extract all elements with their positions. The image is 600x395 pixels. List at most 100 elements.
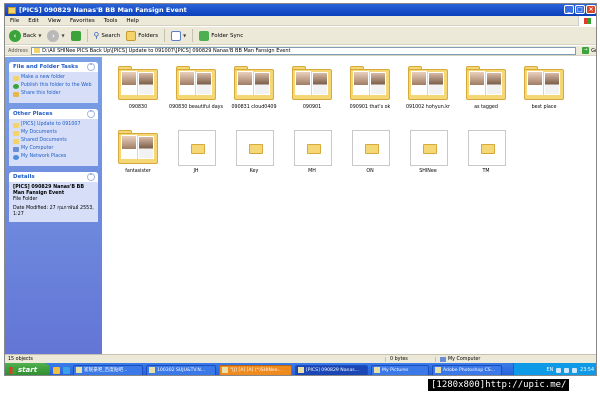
folder-item[interactable]: 091002 hohyun.kr bbox=[398, 64, 454, 116]
folders-button[interactable]: Folders bbox=[126, 30, 159, 41]
search-icon: ⚲ bbox=[93, 31, 100, 40]
place-label: My Network Places bbox=[21, 154, 67, 159]
place-my-documents[interactable]: My Documents bbox=[13, 130, 95, 136]
search-button[interactable]: ⚲ Search bbox=[94, 31, 121, 40]
app-icon bbox=[374, 367, 380, 373]
menu-tools[interactable]: Tools bbox=[104, 18, 118, 24]
folder-sync-button[interactable]: Folder Sync bbox=[199, 30, 243, 41]
task-pane: File and Folder Tasks ˄ Make a new folde… bbox=[5, 57, 102, 354]
my-documents-icon bbox=[13, 130, 19, 136]
other-places-header[interactable]: Other Places ˄ bbox=[9, 109, 98, 119]
folder-item[interactable]: 090831 cloud0409 bbox=[224, 64, 280, 116]
close-button[interactable]: × bbox=[586, 5, 596, 14]
folder-item[interactable]: as tagged bbox=[456, 64, 512, 116]
place-shared-documents[interactable]: Shared Documents bbox=[13, 138, 95, 144]
file-tasks-header[interactable]: File and Folder Tasks ˄ bbox=[9, 62, 98, 72]
taskbar-button[interactable]: 崔珉豪吧_百度贴吧... bbox=[73, 364, 143, 375]
tray-icon[interactable] bbox=[556, 367, 562, 373]
task-publish-folder[interactable]: Publish this folder to the Web bbox=[13, 83, 95, 89]
language-indicator[interactable]: EN bbox=[547, 368, 554, 373]
taskbar-button[interactable]: [PICS] 090829 Nanas... bbox=[295, 364, 368, 375]
watermark-text: [1280x800]http://upic.me/ bbox=[428, 379, 570, 391]
folder-icon bbox=[34, 48, 41, 53]
tray-icon[interactable] bbox=[564, 367, 570, 373]
taskbar-button-label: [PICS] 090829 Nanas... bbox=[306, 367, 360, 373]
menu-help[interactable]: Help bbox=[126, 18, 139, 24]
tray-icon[interactable] bbox=[572, 367, 578, 373]
folder-item[interactable]: TM bbox=[456, 128, 512, 180]
up-folder-icon[interactable] bbox=[70, 30, 81, 41]
details-modified: Date Modified: 27 กุมภาพันธ์ 2553, 1:27 bbox=[13, 206, 94, 217]
file-folder-tasks-panel: File and Folder Tasks ˄ Make a new folde… bbox=[9, 62, 98, 103]
folder-item[interactable]: MH bbox=[282, 128, 338, 180]
place-my-computer[interactable]: My Computer bbox=[13, 146, 95, 152]
folder-item[interactable]: JH bbox=[166, 128, 222, 180]
folder-item[interactable]: Key bbox=[224, 128, 280, 180]
dropdown-arrow-icon: ▼ bbox=[38, 33, 42, 38]
place-my-network-places[interactable]: My Network Places bbox=[13, 154, 95, 160]
folder-icon bbox=[234, 130, 274, 166]
folder-item[interactable]: 090830 beautiful days bbox=[166, 64, 223, 116]
task-share-folder[interactable]: Share this folder bbox=[13, 91, 95, 97]
folders-label: Folders bbox=[138, 32, 159, 39]
taskbar-button[interactable]: Adobe Photoshop CS... bbox=[432, 364, 502, 375]
place-label: My Computer bbox=[21, 146, 54, 151]
menu-view[interactable]: View bbox=[48, 18, 61, 24]
folder-label: Key bbox=[249, 169, 259, 174]
forward-button[interactable]: › ▼ bbox=[47, 29, 65, 42]
folder-item[interactable]: fantasister bbox=[108, 128, 164, 180]
menu-edit[interactable]: Edit bbox=[28, 18, 39, 24]
forward-arrow-icon: › bbox=[47, 29, 60, 42]
collapse-chevron-icon[interactable]: ˄ bbox=[87, 173, 95, 181]
app-icon bbox=[298, 367, 304, 373]
folder-label: MH bbox=[308, 169, 316, 174]
minimize-button[interactable]: _ bbox=[564, 5, 574, 14]
dropdown-arrow-icon: ▼ bbox=[61, 33, 65, 38]
taskbar-button[interactable]: "[J] [A] [A] (*)SHINee... bbox=[219, 364, 292, 375]
folder-item[interactable]: best place bbox=[514, 64, 570, 116]
quick-launch-icon[interactable] bbox=[53, 366, 60, 374]
menu-file[interactable]: File bbox=[10, 18, 19, 24]
folder-item[interactable]: ON bbox=[340, 128, 396, 180]
taskbar-button-label: My Pictures bbox=[382, 367, 409, 373]
go-button[interactable]: → Go bbox=[582, 47, 596, 54]
address-field[interactable]: D:\All SHINee PICS Back Up\[PICS] Update… bbox=[31, 46, 577, 55]
folder-icon bbox=[350, 130, 390, 166]
task-make-new-folder[interactable]: Make a new folder bbox=[13, 75, 95, 81]
folder-label: 090830 bbox=[128, 105, 148, 110]
taskbar-button[interactable]: My Pictures bbox=[371, 364, 429, 375]
status-bar: 15 objects 0 bytes My Computer bbox=[5, 354, 596, 363]
photo-folder-icon bbox=[524, 66, 564, 100]
toolbar-separator bbox=[86, 29, 88, 42]
folder-item[interactable]: 090830 bbox=[108, 64, 164, 116]
folder-label: fantasister bbox=[125, 169, 151, 174]
taskbar-button-label: 100302 SUJU&TV.N... bbox=[157, 367, 206, 373]
details-header[interactable]: Details ˄ bbox=[9, 172, 98, 182]
taskbar-button[interactable]: 100302 SUJU&TV.N... bbox=[146, 364, 216, 375]
screenshot-frame: [PICS] 090829 Nanas'B BB Man Fansign Eve… bbox=[0, 0, 600, 395]
photo-folder-icon bbox=[176, 66, 216, 100]
views-button[interactable]: ▼ bbox=[171, 30, 186, 41]
app-icon bbox=[149, 367, 155, 373]
views-icon bbox=[171, 30, 182, 41]
new-folder-icon bbox=[13, 75, 19, 81]
collapse-chevron-icon[interactable]: ˄ bbox=[87, 63, 95, 71]
photo-folder-icon bbox=[234, 66, 274, 100]
place-label: My Documents bbox=[21, 130, 57, 135]
start-button[interactable]: start bbox=[5, 363, 50, 375]
menu-favorites[interactable]: Favorites bbox=[70, 18, 95, 24]
title-bar[interactable]: [PICS] 090829 Nanas'B BB Man Fansign Eve… bbox=[5, 4, 596, 16]
maximize-button[interactable]: □ bbox=[575, 5, 585, 14]
back-button[interactable]: ‹ Back ▼ bbox=[9, 29, 42, 42]
place-parent-folder[interactable]: [PICS] Update to 091007 bbox=[13, 122, 95, 128]
quick-launch-icon[interactable] bbox=[63, 366, 70, 374]
folder-item[interactable]: 090901 that's ok bbox=[340, 64, 396, 116]
shared-documents-icon bbox=[13, 138, 19, 144]
go-label: Go bbox=[591, 47, 596, 54]
folder-item[interactable]: 090901 bbox=[282, 64, 338, 116]
app-icon bbox=[222, 367, 228, 373]
folder-item[interactable]: SHINee bbox=[398, 128, 454, 180]
collapse-chevron-icon[interactable]: ˄ bbox=[87, 110, 95, 118]
place-label: [PICS] Update to 091007 bbox=[21, 122, 81, 127]
folder-label: best place bbox=[531, 105, 557, 110]
